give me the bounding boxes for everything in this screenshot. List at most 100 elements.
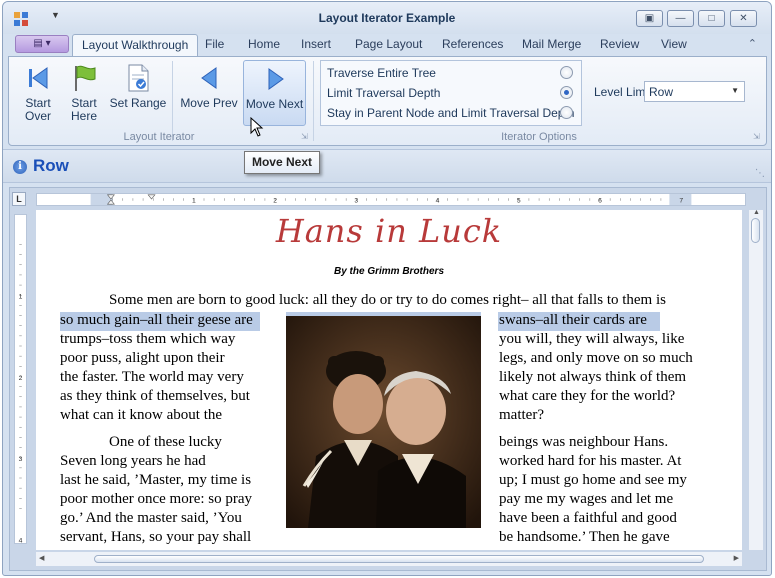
right-column-line: up; I must go home and see my xyxy=(499,472,687,488)
tab-home[interactable]: Home xyxy=(248,37,280,51)
ruler-number: 1 xyxy=(192,197,196,204)
radio-traverse-entire-tree[interactable] xyxy=(560,66,573,79)
scroll-right-icon[interactable]: ▶ xyxy=(734,554,739,562)
ruler-number: 7 xyxy=(679,197,683,204)
left-column-line: poor puss, alight upon their xyxy=(60,350,225,366)
horizontal-ruler[interactable]: 1 2 3 4 5 6 7 xyxy=(36,193,746,206)
collapse-ribbon-icon[interactable]: ⌃ xyxy=(748,37,757,50)
ruler-number: 6 xyxy=(598,197,602,204)
ruler-number: 4 xyxy=(19,537,23,544)
horizontal-scroll-thumb[interactable] xyxy=(94,555,704,563)
tab-file[interactable]: File xyxy=(205,37,224,51)
left-column-line: One of these lucky xyxy=(109,434,222,450)
brothers-grimm-portrait xyxy=(286,316,481,528)
right-column-line: what care they for the world? xyxy=(499,388,676,404)
left-column-line: as they think of themselves, but xyxy=(60,388,250,404)
radio-limit-traversal-depth[interactable] xyxy=(560,86,573,99)
start-over-label-1: Start xyxy=(25,96,51,110)
option-stay-in-parent-node[interactable]: Stay in Parent Node and Limit Traversal … xyxy=(327,106,574,120)
start-here-label-1: Start xyxy=(71,96,97,110)
document-byline: By the Grimm Brothers xyxy=(333,266,445,277)
scroll-left-icon[interactable]: ◀ xyxy=(39,554,44,562)
move-prev-button[interactable]: Move Prev xyxy=(178,60,240,126)
application-menu-button[interactable]: ▤ ▾ xyxy=(15,35,69,53)
info-icon: i xyxy=(13,160,27,174)
left-column-line: servant, Hans, so your pay shall xyxy=(60,529,252,545)
dialog-launcher-icon[interactable]: ⇲ xyxy=(301,133,308,141)
right-column-line: legs, and only move on so much xyxy=(499,350,693,366)
start-over-label-2: Over xyxy=(24,109,51,123)
maximize-button[interactable]: □ xyxy=(698,10,725,27)
horizontal-scrollbar[interactable]: ◀ ▶ xyxy=(36,552,742,566)
option-limit-traversal-depth[interactable]: Limit Traversal Depth xyxy=(327,86,440,100)
right-column-line: beings was neighbour Hans. xyxy=(499,434,669,450)
iterator-options-box: Traverse Entire Tree Limit Traversal Dep… xyxy=(320,60,582,126)
ruler-number: 3 xyxy=(19,456,23,463)
ruler-number: 5 xyxy=(517,197,521,204)
arrow-right-icon xyxy=(268,68,284,90)
radio-stay-in-parent-node[interactable] xyxy=(560,106,573,119)
mouse-cursor-icon xyxy=(250,117,264,137)
left-column-line: go.’ And the master said, ’You xyxy=(60,510,242,526)
layout-iterator-group-label: Layout Iterator xyxy=(123,131,195,143)
ruler-number: 2 xyxy=(273,197,277,204)
start-over-button[interactable]: Start Over xyxy=(15,60,61,126)
app-window: ▼ Layout Iterator Example ▣ — □ ✕ ▤ ▾ La… xyxy=(2,1,772,576)
title-bar: ▼ Layout Iterator Example ▣ — □ ✕ xyxy=(3,2,771,34)
move-next-label: Move Next xyxy=(245,97,304,111)
ruler-number: 2 xyxy=(19,375,23,382)
iterator-options-group-label: Iterator Options xyxy=(501,131,577,143)
left-column-line: the faster. The world may very xyxy=(60,369,244,385)
document-check-icon xyxy=(128,64,149,92)
level-limit-combo[interactable]: Row ▼ xyxy=(644,81,745,102)
vertical-ruler[interactable]: 1 2 3 4 xyxy=(14,214,27,544)
right-column-line: likely not always think of them xyxy=(499,369,687,385)
right-column-line: you will, they will always, like xyxy=(499,331,685,347)
right-column-line: swans–all their cards are xyxy=(499,312,647,328)
start-here-label-2: Here xyxy=(70,109,97,123)
flag-icon xyxy=(75,65,96,91)
minimize-button[interactable]: — xyxy=(667,10,694,27)
ruler-number: 1 xyxy=(19,294,23,301)
left-column-line: what can it know about the xyxy=(60,407,223,423)
skip-to-start-icon xyxy=(29,67,48,89)
status-panel: i Row ⋱ xyxy=(3,149,771,183)
left-column-line: last he said, ’Master, my time is xyxy=(60,472,252,488)
move-prev-label: Move Prev xyxy=(180,96,238,110)
level-limit-label: Level Limit xyxy=(594,85,652,99)
document-view: L 1 2 3 4 5 6 7 1 2 3 4 Hans in Luck By the Grimm… xyxy=(9,187,767,571)
tab-insert[interactable]: Insert xyxy=(301,37,331,51)
restore-button[interactable]: ▣ xyxy=(636,10,663,27)
close-button[interactable]: ✕ xyxy=(730,10,757,27)
tab-layout-walkthrough[interactable]: Layout Walkthrough xyxy=(72,34,199,57)
tab-view[interactable]: View xyxy=(661,37,687,51)
document-page[interactable]: Hans in Luck By the Grimm Brothers Some … xyxy=(36,210,742,550)
tab-page-layout[interactable]: Page Layout xyxy=(355,37,422,51)
option-traverse-entire-tree[interactable]: Traverse Entire Tree xyxy=(327,66,436,80)
chevron-down-icon[interactable]: ▼ xyxy=(731,86,739,95)
tab-references[interactable]: References xyxy=(442,37,503,51)
status-text: Row xyxy=(33,156,69,175)
left-column-line: Seven long years he had xyxy=(60,453,206,469)
resize-grip-icon[interactable]: ⋱ xyxy=(755,168,765,179)
set-range-button[interactable]: Set Range xyxy=(108,60,168,126)
right-column-line: have been a faithful and good xyxy=(499,510,677,526)
tab-mail-merge[interactable]: Mail Merge xyxy=(522,37,581,51)
ruler-number: 3 xyxy=(354,197,358,204)
tab-stop-selector[interactable]: L xyxy=(12,192,26,206)
scroll-up-icon[interactable]: ▲ xyxy=(753,209,760,216)
right-column-line: worked hard for his master. At xyxy=(499,453,682,469)
left-column-line: poor mother once more: so pray xyxy=(60,491,253,507)
group-separator xyxy=(313,61,314,141)
start-here-button[interactable]: Start Here xyxy=(61,60,107,126)
tab-review[interactable]: Review xyxy=(600,37,639,51)
level-limit-value: Row xyxy=(649,85,674,99)
vertical-scrollbar[interactable]: ▲ xyxy=(749,209,763,550)
group-separator xyxy=(172,61,173,141)
right-column-line: pay me my wages and let me xyxy=(499,491,674,507)
left-column-line: so much gain–all their geese are xyxy=(60,312,253,328)
set-range-label: Set Range xyxy=(109,96,167,110)
dialog-launcher-icon[interactable]: ⇲ xyxy=(753,133,760,141)
vertical-scroll-thumb[interactable] xyxy=(751,218,760,243)
document-title: Hans in Luck xyxy=(275,212,503,250)
